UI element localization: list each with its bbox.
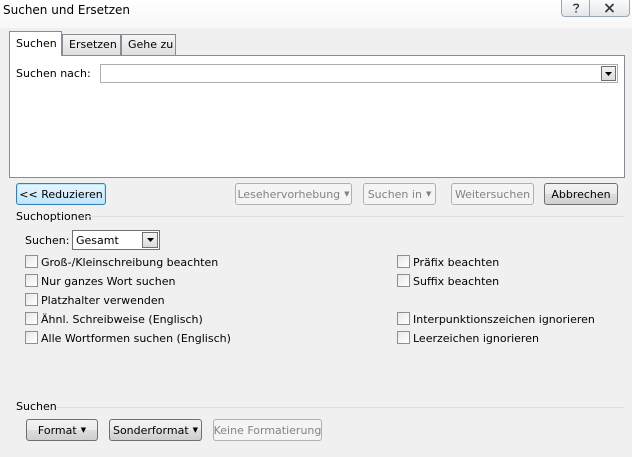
match-case-checkbox[interactable] — [25, 255, 38, 268]
ignore-whitespace-checkbox[interactable] — [397, 331, 410, 344]
sounds-like-checkbox[interactable] — [25, 312, 38, 325]
cancel-button[interactable]: Abbrechen — [544, 183, 618, 205]
dropdown-arrow-icon: ▼ — [425, 190, 432, 198]
prefix-label: Präfix beachten — [413, 256, 500, 269]
sounds-like-label: Ähnl. Schreibweise (Englisch) — [41, 313, 203, 326]
search-input[interactable] — [100, 64, 618, 83]
dropdown-arrow-icon: ▼ — [192, 426, 199, 434]
suffix-label: Suffix beachten — [413, 275, 500, 288]
find-next-button[interactable]: Weitersuchen — [451, 183, 534, 205]
help-button[interactable] — [561, 0, 590, 17]
special-format-button[interactable]: Sonderformat ▼ — [109, 419, 202, 441]
reduce-label: << Reduzieren — [19, 187, 103, 201]
match-case-label: Groß-/Kleinschreibung beachten — [41, 256, 219, 269]
search-direction-dropdown-button[interactable] — [142, 232, 158, 248]
reading-highlight-label: Lesehervorhebung — [237, 187, 341, 201]
search-dropdown-button[interactable] — [601, 66, 616, 81]
close-button[interactable] — [590, 0, 630, 17]
no-formatting-button[interactable]: Keine Formatierung — [213, 419, 322, 441]
format-section-title: Suchen — [16, 400, 57, 413]
reading-highlight-button[interactable]: Lesehervorhebung ▼ — [235, 183, 352, 205]
find-in-label: Suchen in — [367, 187, 422, 201]
options-separator — [86, 216, 624, 217]
window-title: Suchen und Ersetzen — [3, 3, 131, 17]
ignore-punctuation-label: Interpunktionszeichen ignorieren — [413, 313, 595, 326]
search-label: Suchen nach: — [16, 67, 91, 80]
whole-word-checkbox[interactable] — [25, 274, 38, 287]
tab-suchen[interactable]: Suchen — [9, 31, 62, 56]
chevron-down-icon — [605, 71, 612, 76]
find-in-button[interactable]: Suchen in ▼ — [363, 183, 436, 205]
help-icon — [572, 3, 579, 13]
close-icon — [604, 3, 615, 13]
whole-word-label: Nur ganzes Wort suchen — [41, 275, 176, 288]
format-separator — [56, 407, 624, 408]
dropdown-arrow-icon: ▼ — [344, 190, 350, 198]
tab-label: Suchen — [16, 37, 57, 50]
word-forms-label: Alle Wortformen suchen (Englisch) — [41, 332, 231, 345]
tab-label: Ersetzen — [69, 38, 117, 51]
search-direction-label: Suchen: — [25, 234, 70, 247]
search-direction-select[interactable]: Gesamt — [72, 230, 160, 250]
wildcards-label: Platzhalter verwenden — [41, 294, 165, 307]
chevron-down-icon — [146, 238, 154, 242]
tab-ersetzen[interactable]: Ersetzen — [62, 34, 121, 55]
find-next-label: Weitersuchen — [454, 187, 531, 201]
tab-label: Gehe zu — [128, 38, 174, 51]
special-format-label: Sonderformat — [112, 423, 189, 437]
suffix-checkbox[interactable] — [397, 274, 410, 287]
dropdown-arrow-icon: ▼ — [80, 426, 87, 434]
options-section-title: Suchoptionen — [16, 210, 92, 223]
ignore-whitespace-label: Leerzeichen ignorieren — [413, 332, 539, 345]
search-direction-value: Gesamt — [76, 234, 119, 247]
prefix-checkbox[interactable] — [397, 255, 410, 268]
cancel-label: Abbrechen — [551, 187, 611, 201]
tab-gehe-zu[interactable]: Gehe zu — [121, 34, 176, 55]
reduce-button[interactable]: << Reduzieren — [16, 183, 106, 205]
no-formatting-label: Keine Formatierung — [213, 423, 322, 437]
ignore-punctuation-checkbox[interactable] — [397, 312, 410, 325]
format-button[interactable]: Format ▼ — [26, 419, 98, 441]
wildcards-checkbox[interactable] — [25, 293, 38, 306]
format-label: Format — [37, 423, 77, 437]
word-forms-checkbox[interactable] — [25, 331, 38, 344]
